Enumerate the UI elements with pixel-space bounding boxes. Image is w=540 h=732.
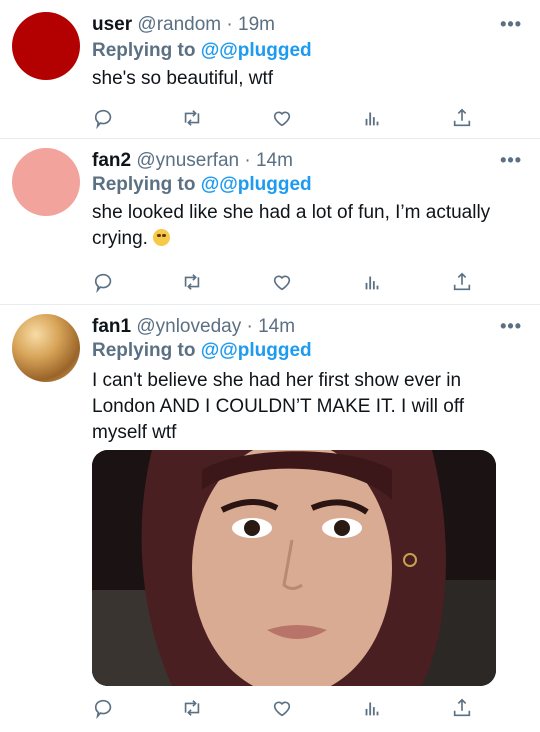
retweet-icon[interactable] bbox=[178, 104, 206, 132]
reply-icon[interactable] bbox=[90, 694, 118, 722]
portrait-image bbox=[92, 450, 496, 686]
display-name[interactable]: fan2 bbox=[92, 150, 131, 171]
separator-dot: · bbox=[246, 316, 253, 337]
analytics-icon[interactable] bbox=[358, 694, 386, 722]
tweet-header: fan2 @ynuserfan · 14m bbox=[92, 150, 293, 172]
avatar[interactable] bbox=[12, 314, 80, 382]
separator-dot: · bbox=[244, 150, 251, 171]
replying-to-label: Replying to bbox=[92, 40, 196, 61]
share-icon[interactable] bbox=[448, 104, 476, 132]
more-options-icon[interactable]: ••• bbox=[500, 316, 522, 337]
retweet-icon[interactable] bbox=[178, 268, 206, 296]
reply-icon[interactable] bbox=[90, 104, 118, 132]
replying-to: Replying to @@plugged bbox=[92, 340, 312, 362]
mention-link[interactable]: @@plugged bbox=[201, 40, 312, 61]
tweet-header: fan1 @ynloveday · 14m bbox=[92, 316, 295, 338]
timestamp[interactable]: 14m bbox=[258, 316, 295, 337]
reply-icon[interactable] bbox=[90, 268, 118, 296]
display-name[interactable]: fan1 bbox=[92, 316, 131, 337]
more-options-icon[interactable]: ••• bbox=[500, 150, 522, 171]
tweet-photo[interactable] bbox=[92, 450, 496, 686]
like-icon[interactable] bbox=[268, 268, 296, 296]
user-handle[interactable]: @ynuserfan bbox=[136, 150, 239, 171]
action-bar bbox=[0, 268, 540, 296]
tweet[interactable]: user @random · 19m ••• Replying to @@plu… bbox=[0, 0, 540, 139]
analytics-icon[interactable] bbox=[358, 268, 386, 296]
replying-to-label: Replying to bbox=[92, 340, 196, 361]
loudly-crying-face-icon bbox=[153, 229, 171, 246]
timestamp[interactable]: 14m bbox=[256, 150, 293, 171]
timestamp[interactable]: 19m bbox=[238, 14, 275, 35]
tweet-header: user @random · 19m bbox=[92, 14, 275, 36]
action-bar bbox=[0, 694, 540, 722]
user-handle[interactable]: @random bbox=[137, 14, 221, 35]
share-icon[interactable] bbox=[448, 694, 476, 722]
display-name[interactable]: user bbox=[92, 14, 132, 35]
avatar[interactable] bbox=[12, 12, 80, 80]
more-options-icon[interactable]: ••• bbox=[500, 14, 522, 35]
action-bar bbox=[0, 104, 540, 132]
replying-to: Replying to @@plugged bbox=[92, 174, 312, 196]
mention-link[interactable]: @@plugged bbox=[201, 174, 312, 195]
avatar[interactable] bbox=[12, 148, 80, 216]
tweet-text-content: she looked like she had a lot of fun, I’… bbox=[92, 202, 491, 249]
tweet-text: she's so beautiful, wtf bbox=[92, 68, 274, 89]
analytics-icon[interactable] bbox=[358, 104, 386, 132]
share-icon[interactable] bbox=[448, 268, 476, 296]
mention-link[interactable]: @@plugged bbox=[201, 340, 312, 361]
separator-dot: · bbox=[226, 14, 233, 35]
retweet-icon[interactable] bbox=[178, 694, 206, 722]
like-icon[interactable] bbox=[268, 694, 296, 722]
replying-to-label: Replying to bbox=[92, 174, 196, 195]
like-icon[interactable] bbox=[268, 104, 296, 132]
replying-to: Replying to @@plugged bbox=[92, 40, 312, 62]
tweet-text: she looked like she had a lot of fun, I’… bbox=[92, 200, 522, 252]
tweet[interactable]: fan1 @ynloveday · 14m ••• Replying to @@… bbox=[0, 304, 540, 732]
tweet-text: I can't believe she had her first show e… bbox=[92, 370, 465, 443]
tweet[interactable]: fan2 @ynuserfan · 14m ••• Replying to @@… bbox=[0, 138, 540, 305]
user-handle[interactable]: @ynloveday bbox=[136, 316, 241, 337]
